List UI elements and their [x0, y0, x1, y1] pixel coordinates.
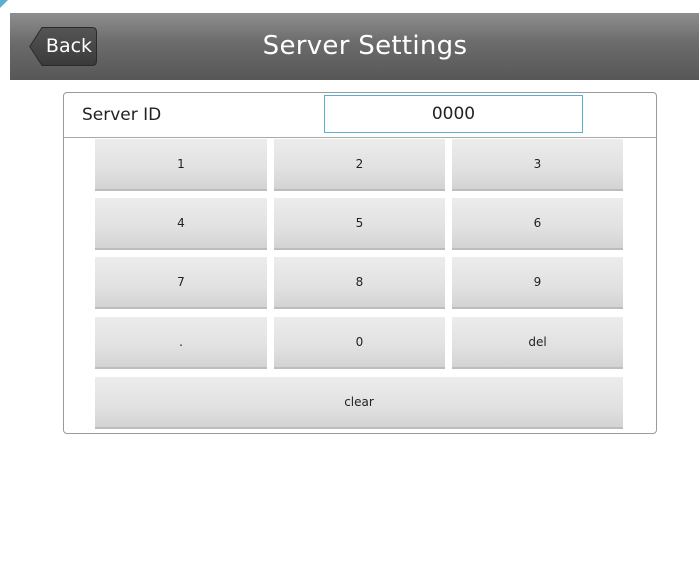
- back-button[interactable]: Back: [29, 27, 97, 66]
- screen: Back Server Settings Server ID 1 2 3 4 5…: [0, 0, 699, 563]
- key-1[interactable]: 1: [95, 139, 267, 191]
- key-0[interactable]: 0: [274, 317, 445, 369]
- key-4[interactable]: 4: [95, 198, 267, 250]
- server-id-label: Server ID: [82, 105, 162, 125]
- back-button-label: Back: [45, 35, 93, 57]
- key-8[interactable]: 8: [274, 257, 445, 309]
- key-5[interactable]: 5: [274, 198, 445, 250]
- key-2[interactable]: 2: [274, 139, 445, 191]
- key-del[interactable]: del: [452, 317, 623, 369]
- key-7[interactable]: 7: [95, 257, 267, 309]
- key-6[interactable]: 6: [452, 198, 623, 250]
- key-9[interactable]: 9: [452, 257, 623, 309]
- corner-mark: [0, 0, 8, 8]
- server-id-input[interactable]: [324, 95, 583, 133]
- key-clear[interactable]: clear: [95, 377, 623, 429]
- key-3[interactable]: 3: [452, 139, 623, 191]
- page-title: Server Settings: [262, 31, 468, 61]
- key-dot[interactable]: .: [95, 317, 267, 369]
- status-strip: [0, 0, 699, 13]
